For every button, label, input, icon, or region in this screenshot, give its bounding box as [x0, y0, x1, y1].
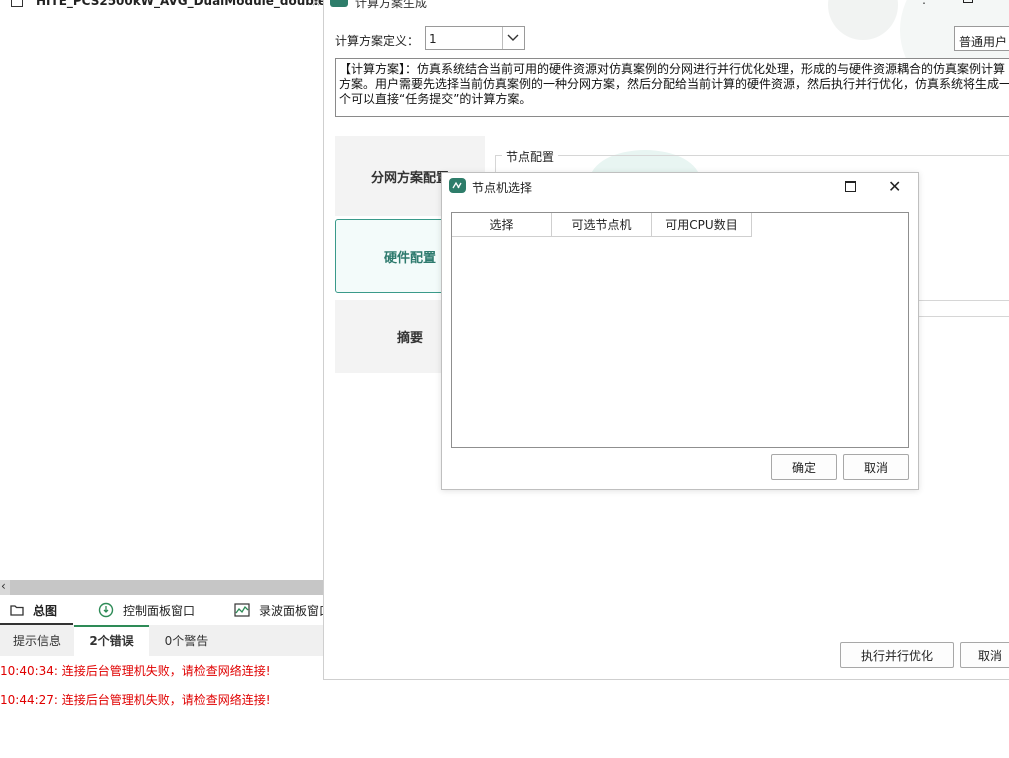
project-tree-panel — [0, 0, 323, 580]
errors-tab-indicator — [74, 625, 149, 627]
tab-info[interactable]: 提示信息 — [0, 625, 74, 656]
node-table[interactable] — [451, 212, 909, 448]
description-line: 个可以直接“任务提交”的计算方案。 — [339, 92, 532, 106]
message-tab-bar: 提示信息 2个错误 0个警告 — [0, 625, 323, 656]
view-tab-bar: 总图 控制面板窗口 录波面板窗口 — [0, 597, 331, 623]
close-icon[interactable]: ✕ — [888, 177, 901, 196]
run-optimization-button[interactable]: 执行并行优化 — [840, 642, 954, 668]
tab-control-panel-label: 控制面板窗口 — [123, 603, 196, 618]
tab-waveform-panel[interactable]: 录波面板窗口 — [234, 597, 331, 623]
maximize-icon[interactable] — [963, 0, 973, 3]
document-icon — [11, 0, 23, 7]
error-message: 10:44:27: 连接后台管理机失败，请检查网络连接! — [0, 693, 271, 707]
column-header-node[interactable]: 可选节点机 — [552, 213, 652, 237]
chevron-down-icon[interactable] — [506, 30, 520, 44]
column-header-select[interactable]: 选择 — [452, 213, 552, 237]
select-divider — [502, 27, 503, 49]
tab-warnings-label: 0个警告 — [164, 634, 209, 648]
dialog-title: 节点机选择 — [472, 181, 533, 195]
description-line: 【计算方案】：仿真系统结合当前可用的硬件资源对仿真案例的分网进行并行优化处理，形… — [339, 62, 1006, 76]
tab-overview[interactable]: 总图 — [10, 597, 57, 623]
description-line: 方案。用户需要先选择当前仿真案例的一种分网方案，然后分配给当前计算的硬件资源，然… — [339, 77, 1009, 91]
scrollbar-thumb[interactable] — [10, 580, 323, 595]
project-title[interactable]: HITE_PCS2500kW_AVG_DualModule_double — [36, 0, 326, 8]
close-icon[interactable]: × — [311, 0, 321, 9]
waveform-icon — [234, 603, 250, 617]
maximize-icon[interactable] — [845, 181, 856, 192]
plan-description: 【计算方案】：仿真系统结合当前可用的硬件资源对仿真案例的分网进行并行优化处理，形… — [335, 58, 1009, 117]
tab-info-label: 提示信息 — [12, 634, 61, 648]
tab-overview-label: 总图 — [33, 603, 58, 618]
column-header-cpu[interactable]: 可用CPU数目 — [652, 213, 752, 237]
calc-plan-label: 计算方案定义： — [335, 34, 420, 48]
tab-errors-label: 2个错误 — [89, 634, 134, 648]
tab-warnings[interactable]: 0个警告 — [149, 625, 224, 656]
scroll-left-icon[interactable]: ‹ — [1, 579, 6, 593]
cancel-button[interactable]: 取消 — [960, 642, 1009, 668]
ok-button[interactable]: 确定 — [771, 454, 837, 480]
node-config-title: 节点配置 — [502, 148, 559, 165]
folder-icon — [10, 605, 24, 616]
error-message: 10:40:34: 连接后台管理机失败，请检查网络连接! — [0, 664, 271, 678]
calc-plan-value: 1 — [429, 32, 437, 46]
tab-control-panel[interactable]: 控制面板窗口 — [98, 597, 195, 623]
more-icon[interactable]: ⋮ — [918, 0, 930, 6]
tab-errors[interactable]: 2个错误 — [74, 625, 149, 656]
divider — [919, 300, 1009, 301]
app-logo-icon — [449, 178, 466, 193]
control-panel-icon — [98, 602, 114, 618]
window-title: 计算方案生成 — [355, 0, 428, 10]
user-mode-button[interactable]: 普通用户 — [954, 26, 1009, 51]
cancel-button[interactable]: 取消 — [843, 454, 909, 480]
app-logo-icon — [330, 0, 348, 7]
tab-waveform-panel-label: 录波面板窗口 — [259, 603, 332, 618]
